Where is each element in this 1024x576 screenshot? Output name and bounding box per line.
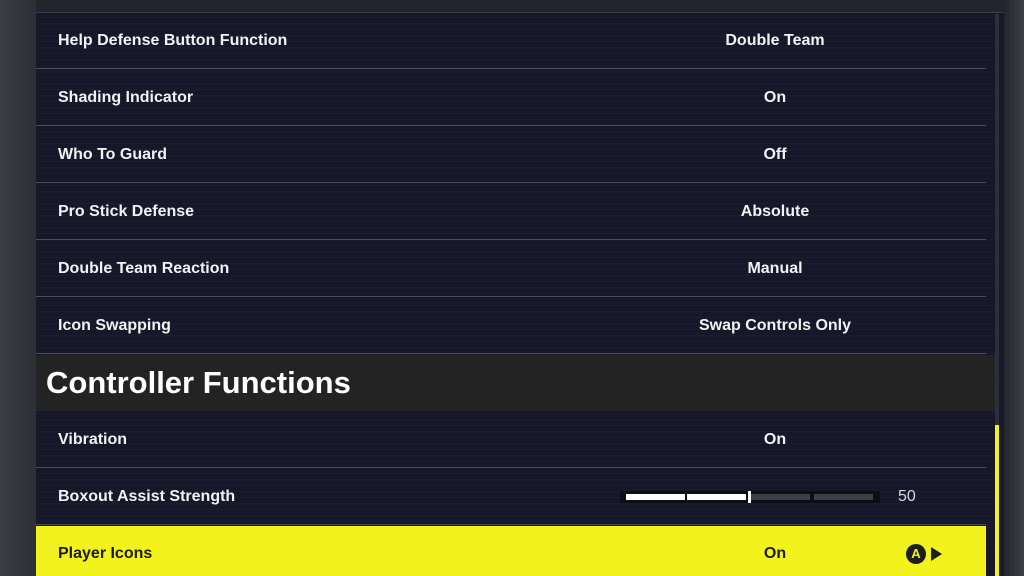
setting-row-who-to-guard[interactable]: Who To Guard Off [36,127,986,183]
setting-label: Boxout Assist Strength [58,487,236,505]
background-right [1004,0,1024,576]
background-left [0,0,36,576]
setting-value: Absolute [740,202,810,220]
setting-value: Off [763,145,787,163]
setting-label: Vibration [58,430,128,448]
setting-row-boxout-assist-strength[interactable]: Boxout Assist Strength 50 [36,469,986,525]
setting-label: Icon Swapping [58,316,171,334]
slider-segment [687,493,746,500]
a-button-glyph: A [911,546,921,561]
setting-label: Shading Indicator [58,88,194,106]
setting-row-shading-indicator[interactable]: Shading Indicator On [36,70,986,126]
setting-row-help-defense-button-function[interactable]: Help Defense Button Function Double Team [36,13,986,69]
setting-row-player-icons[interactable]: Player Icons On A [36,526,986,576]
slider-segment [626,493,685,500]
setting-label: Pro Stick Defense [58,202,195,220]
setting-row-pro-stick-defense[interactable]: Pro Stick Defense Absolute [36,184,986,240]
setting-label: Help Defense Button Function [58,31,288,49]
setting-value: On [763,545,787,562]
setting-label: Who To Guard [58,145,168,163]
setting-label: Double Team Reaction [58,259,230,277]
boxout-assist-slider[interactable] [620,490,880,503]
arrow-right-icon[interactable] [931,547,942,561]
setting-label: Player Icons [58,545,153,562]
slider-segment [814,493,873,500]
a-button-icon[interactable]: A [906,544,926,564]
setting-value: Manual [747,259,803,277]
panel-top-strip [36,0,1004,13]
setting-row-vibration[interactable]: Vibration On [36,412,986,468]
slider-thumb[interactable] [748,490,751,503]
setting-row-icon-swapping[interactable]: Icon Swapping Swap Controls Only [36,298,986,354]
section-title: Controller Functions [46,365,351,400]
setting-row-double-team-reaction[interactable]: Double Team Reaction Manual [36,241,986,297]
slider-segment [751,493,810,500]
setting-value: Double Team [725,31,825,49]
setting-value: On [763,430,787,448]
scrollbar-thumb[interactable] [995,425,999,576]
setting-value: Swap Controls Only [698,316,851,334]
setting-value: On [763,88,787,106]
settings-panel: Help Defense Button Function Double Team… [36,0,1004,576]
slider-value: 50 [898,487,916,505]
section-header-controller-functions: Controller Functions [36,355,996,411]
